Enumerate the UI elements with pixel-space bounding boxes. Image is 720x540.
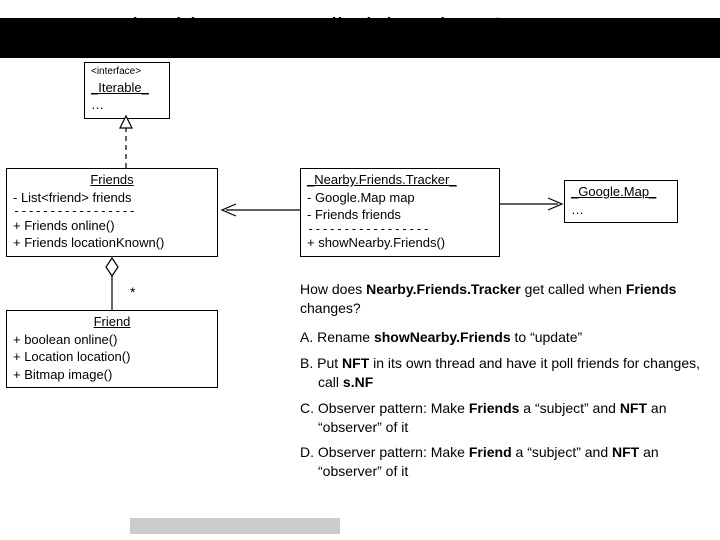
t: in its own thread and have it poll frien… bbox=[318, 355, 700, 390]
t: a “subject” and bbox=[512, 444, 612, 460]
class-op: + Bitmap image() bbox=[13, 366, 211, 384]
t: NFT bbox=[612, 444, 639, 460]
t: Friend bbox=[469, 444, 512, 460]
opt-label: C. bbox=[300, 400, 314, 416]
option-b: B. Put NFT in its own thread and have it… bbox=[300, 354, 710, 392]
class-attr: - Friends friends bbox=[307, 206, 493, 224]
t: NFT bbox=[342, 355, 369, 371]
t: Friends bbox=[469, 400, 520, 416]
class-box-googlemap: _Google.Map_ … bbox=[564, 180, 678, 223]
t: Observer pattern: Make bbox=[318, 444, 469, 460]
divider: ----------------- bbox=[13, 206, 211, 217]
q-subject: Nearby.Friends.Tracker bbox=[366, 281, 521, 297]
opt-label: B. bbox=[300, 355, 313, 371]
t: a “subject” and bbox=[519, 400, 619, 416]
question-text: How does Nearby.Friends.Tracker get call… bbox=[300, 280, 704, 318]
class-box-iterable: <interface> _Iterable_ … bbox=[84, 62, 170, 119]
class-name: Friends bbox=[40, 172, 183, 187]
footer-bar bbox=[130, 518, 340, 534]
class-box-friends: Friends - List<friend> friends ---------… bbox=[6, 168, 218, 257]
class-name: _Iterable_ bbox=[91, 79, 163, 97]
opt-label: A. bbox=[300, 329, 313, 345]
class-box-nft: _Nearby.Friends.Tracker_ - Google.Map ma… bbox=[300, 168, 500, 257]
divider: ----------------- bbox=[307, 224, 493, 235]
class-body: … bbox=[571, 201, 671, 219]
class-op: + showNearby.Friends() bbox=[307, 234, 493, 252]
t: NFT bbox=[620, 400, 647, 416]
q-prefix: How does bbox=[300, 281, 366, 297]
slide: How should NFT get called, by whom? <int… bbox=[0, 0, 720, 540]
q-suffix: changes? bbox=[300, 300, 361, 316]
opt-label: D. bbox=[300, 444, 314, 460]
slide-title: How should NFT get called, by whom? bbox=[60, 12, 700, 43]
class-name: Friend bbox=[39, 314, 186, 329]
class-body: … bbox=[91, 96, 163, 114]
t: Observer pattern: Make bbox=[318, 400, 469, 416]
q-mid: get called when bbox=[521, 281, 626, 297]
t: Put bbox=[317, 355, 342, 371]
option-c: C. Observer pattern: Make Friends a “sub… bbox=[300, 399, 710, 437]
q-subject2: Friends bbox=[626, 281, 677, 297]
t: s.NF bbox=[343, 374, 373, 390]
option-d: D. Observer pattern: Make Friend a “subj… bbox=[300, 443, 710, 481]
multiplicity: * bbox=[130, 284, 135, 300]
class-name: _Nearby.Friends.Tracker_ bbox=[307, 172, 457, 187]
class-op: + Friends locationKnown() bbox=[13, 234, 211, 252]
class-box-friend: Friend + boolean online() + Location loc… bbox=[6, 310, 218, 388]
class-op: + Location location() bbox=[13, 348, 211, 366]
t: to “update” bbox=[511, 329, 583, 345]
class-op: + Friends online() bbox=[13, 217, 211, 235]
answer-options: A. Rename showNearby.Friends to “update”… bbox=[300, 328, 710, 488]
class-name: _Google.Map_ bbox=[571, 184, 656, 199]
option-a: A. Rename showNearby.Friends to “update” bbox=[300, 328, 710, 347]
class-op: + boolean online() bbox=[13, 331, 211, 349]
stereotype: <interface> bbox=[91, 65, 163, 79]
t: showNearby.Friends bbox=[374, 329, 511, 345]
class-attr: - Google.Map map bbox=[307, 189, 493, 207]
t: Rename bbox=[317, 329, 374, 345]
